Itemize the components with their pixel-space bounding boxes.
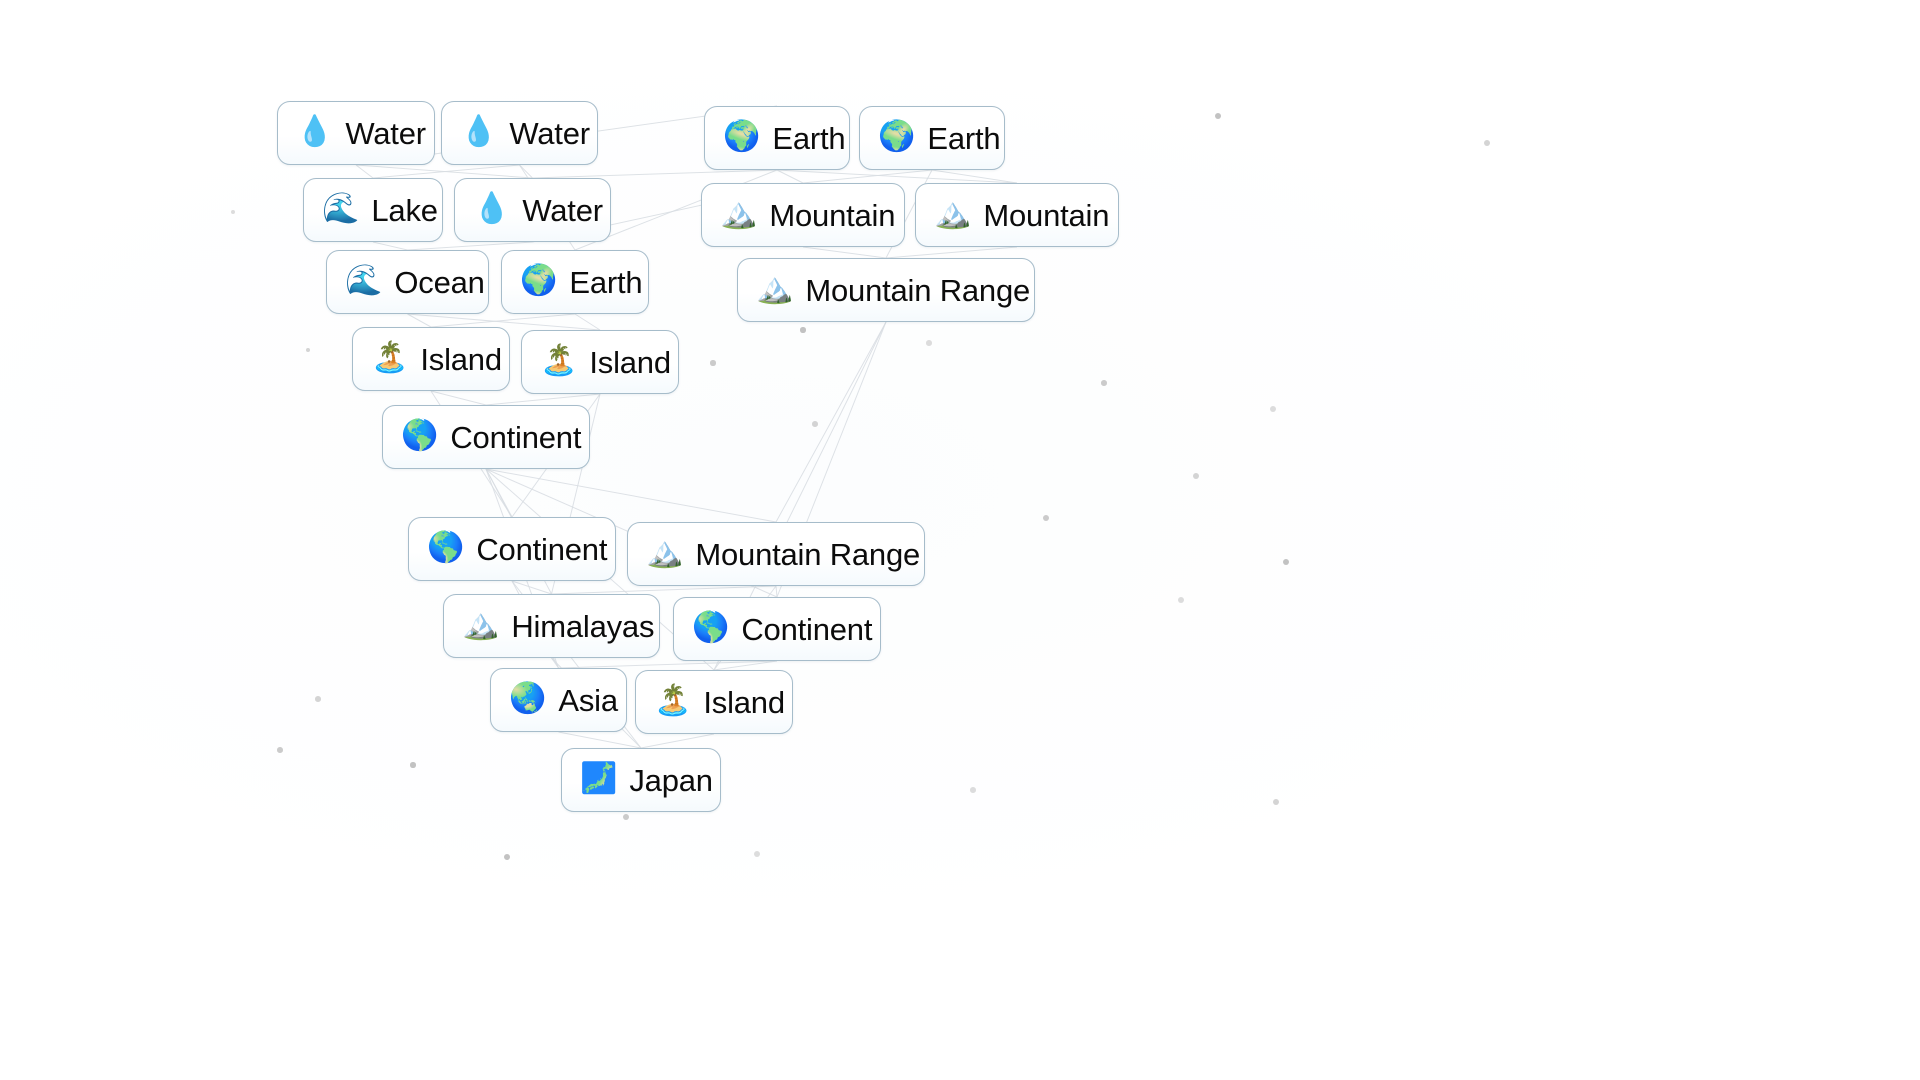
craft-node-layer: 💧 Water 💧 Water 🌍 Earth 🌍 Earth 🌊 Lake 💧… <box>0 0 1920 1080</box>
water-droplet-icon: 💧 <box>460 114 498 149</box>
craft-card-asia-1[interactable]: 🌏 Asia <box>490 668 627 732</box>
craft-card-label: Water <box>509 115 590 151</box>
desert-island-icon: 🏝️ <box>540 343 578 378</box>
craft-card-mountain-range-2[interactable]: 🏔️ Mountain Range <box>627 522 925 586</box>
craft-card-label: Mountain <box>769 197 896 233</box>
craft-card-label: Lake <box>371 192 438 228</box>
craft-card-japan-1[interactable]: 🗾 Japan <box>561 748 721 812</box>
water-droplet-icon: 💧 <box>473 191 511 226</box>
craft-card-label: Japan <box>629 762 713 798</box>
craft-card-label: Earth <box>772 120 846 156</box>
craft-card-mountain-range-1[interactable]: 🏔️ Mountain Range <box>737 258 1035 322</box>
craft-card-label: Mountain Range <box>695 536 921 572</box>
craft-card-label: Mountain Range <box>805 272 1031 308</box>
earth-americas-icon: 🌎 <box>401 418 439 453</box>
craft-card-water-2[interactable]: 💧 Water <box>441 101 598 165</box>
craft-card-water-3[interactable]: 💧 Water <box>454 178 611 242</box>
desert-island-icon: 🏝️ <box>654 683 692 718</box>
earth-globe-icon: 🌍 <box>520 263 558 298</box>
mountain-icon: 🏔️ <box>720 196 758 231</box>
craft-card-label: Water <box>345 115 426 151</box>
craft-card-earth-3[interactable]: 🌍 Earth <box>501 250 649 314</box>
craft-card-label: Asia <box>558 682 618 718</box>
craft-card-label: Himalayas <box>511 608 655 644</box>
earth-globe-icon: 🌍 <box>878 119 916 154</box>
craft-card-island-1[interactable]: 🏝️ Island <box>352 327 510 391</box>
craft-card-earth-2[interactable]: 🌍 Earth <box>859 106 1005 170</box>
craft-card-island-3[interactable]: 🏝️ Island <box>635 670 793 734</box>
craft-card-label: Continent <box>476 531 608 567</box>
water-wave-icon: 🌊 <box>322 191 360 226</box>
water-wave-icon: 🌊 <box>345 263 383 298</box>
craft-card-ocean-1[interactable]: 🌊 Ocean <box>326 250 489 314</box>
craft-card-label: Island <box>703 684 785 720</box>
craft-card-mountain-1[interactable]: 🏔️ Mountain <box>701 183 905 247</box>
map-of-japan-icon: 🗾 <box>580 761 618 796</box>
water-droplet-icon: 💧 <box>296 114 334 149</box>
craft-card-island-2[interactable]: 🏝️ Island <box>521 330 679 394</box>
craft-card-label: Continent <box>741 611 873 647</box>
craft-card-label: Island <box>420 341 502 377</box>
craft-card-label: Earth <box>927 120 1001 156</box>
mountain-icon: 🏔️ <box>462 607 500 642</box>
earth-globe-icon: 🌍 <box>723 119 761 154</box>
craft-card-water-1[interactable]: 💧 Water <box>277 101 435 165</box>
craft-card-label: Water <box>522 192 603 228</box>
mountain-icon: 🏔️ <box>646 535 684 570</box>
craft-card-mountain-2[interactable]: 🏔️ Mountain <box>915 183 1119 247</box>
craft-card-label: Ocean <box>394 264 485 300</box>
craft-card-label: Island <box>589 344 671 380</box>
craft-card-continent-2[interactable]: 🌎 Continent <box>408 517 616 581</box>
earth-americas-icon: 🌎 <box>427 530 465 565</box>
craft-card-label: Earth <box>569 264 643 300</box>
desert-island-icon: 🏝️ <box>371 340 409 375</box>
earth-asia-icon: 🌏 <box>509 681 547 716</box>
mountain-icon: 🏔️ <box>756 271 794 306</box>
craft-card-label: Mountain <box>983 197 1110 233</box>
craft-card-lake-1[interactable]: 🌊 Lake <box>303 178 443 242</box>
craft-card-continent-3[interactable]: 🌎 Continent <box>673 597 881 661</box>
earth-americas-icon: 🌎 <box>692 610 730 645</box>
craft-card-continent-1[interactable]: 🌎 Continent <box>382 405 590 469</box>
craft-card-earth-1[interactable]: 🌍 Earth <box>704 106 850 170</box>
craft-card-himalayas-1[interactable]: 🏔️ Himalayas <box>443 594 660 658</box>
crafting-tree-canvas[interactable]: 💧 Water 💧 Water 🌍 Earth 🌍 Earth 🌊 Lake 💧… <box>0 0 1920 1080</box>
mountain-icon: 🏔️ <box>934 196 972 231</box>
craft-card-label: Continent <box>450 419 582 455</box>
